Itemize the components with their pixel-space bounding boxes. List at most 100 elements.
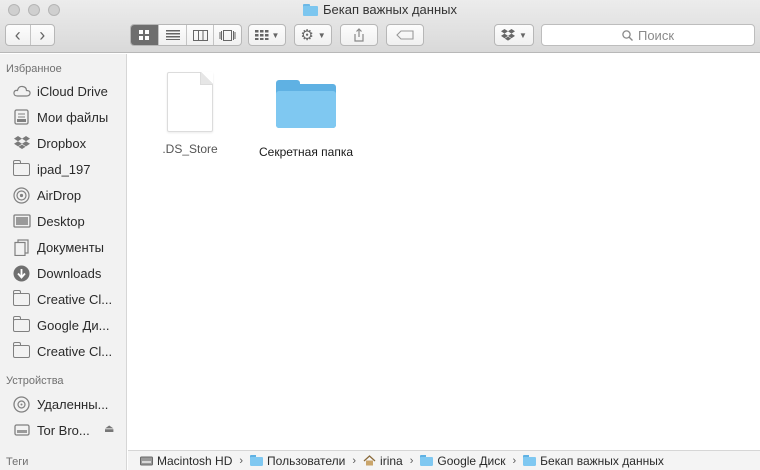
sidebar-item-icloud-drive[interactable]: iCloud Drive [12,80,124,102]
sidebar-item-downloads[interactable]: Downloads [12,262,124,284]
sidebar-item-desktop[interactable]: Desktop [12,210,124,232]
path-crumb-label: irina [380,453,403,468]
tag-icon [396,30,414,40]
sidebar-heading-devices: Устройства [6,375,64,387]
share-button[interactable] [340,24,378,46]
sidebar-item-creative-cloud-1[interactable]: Creative Cl... [12,288,124,310]
path-crumb-label: Пользователи [267,453,346,468]
back-button[interactable]: ‹ [6,25,31,45]
sidebar-item-airdrop[interactable]: AirDrop [12,184,124,206]
search-icon [622,29,633,41]
dropbox-menu-button[interactable]: ▼ [494,24,534,46]
downloads-icon [12,265,31,282]
sidebar-heading-favorites: Избранное [6,63,62,75]
folder-icon [12,315,31,334]
folder-icon [12,289,31,308]
window-title-text: Бекап важных данных [323,2,457,17]
folder-icon [303,3,319,16]
folder-icon [276,80,336,128]
path-bar: Macintosh HD › Пользователи › irina › Go… [128,450,760,470]
all-files-icon [12,109,31,126]
dropbox-icon [12,135,31,152]
folder-icon [523,455,537,466]
airdrop-icon [12,186,31,204]
navigation-buttons: ‹ › [5,24,55,46]
dropbox-icon [501,29,516,41]
sidebar-item-google-drive[interactable]: Google Ди... [12,314,124,336]
sidebar-item-label: Desktop [37,213,85,229]
file-name: Секретная папка [258,145,354,159]
sidebar-item-label: Dropbox [37,135,87,151]
sidebar-item-dropbox[interactable]: Dropbox [12,132,124,154]
sidebar-item-label: Downloads [37,265,102,281]
folder-icon [12,341,31,360]
window-titlebar: Бекап важных данных ‹ › ▼ ⚙ ▼ ▼ Поиск [0,0,760,53]
path-crumb-macintosh-hd[interactable]: Macintosh HD [140,454,232,468]
sidebar-item-label: Документы [37,239,105,255]
sidebar-item-label: Tor Bro... [37,422,90,438]
path-separator: › [239,454,244,467]
folder-icon [250,455,264,466]
arrange-button[interactable]: ▼ [248,24,286,46]
chevron-down-icon: ▼ [317,30,326,40]
chevron-right-icon: › [39,24,46,45]
search-placeholder: Поиск [637,27,675,43]
documents-icon [12,238,31,256]
search-field[interactable]: Поиск [541,24,755,46]
sidebar-item-label: Creative Cl... [37,291,113,307]
path-crumb-label: Macintosh HD [157,453,233,468]
path-separator: › [512,454,517,467]
sidebar-item-label: iCloud Drive [37,83,108,99]
remote-disc-icon [12,395,31,413]
cloud-icon [12,83,31,100]
chevron-left-icon: ‹ [14,24,21,45]
eject-icon[interactable]: ⏏ [104,422,114,435]
sidebar-item-creative-cloud-2[interactable]: Creative Cl... [12,340,124,362]
sidebar-heading-tags: Теги [6,456,29,468]
sidebar-item-tor-browser[interactable]: Tor Bro... [12,419,100,441]
path-crumb-google-drive[interactable]: Google Диск [420,453,506,468]
sidebar-item-label: AirDrop [37,187,82,203]
path-crumb-backup[interactable]: Бекап важных данных [523,454,664,468]
grid-icon [139,29,149,40]
sidebar-item-remote-disc[interactable]: Удаленны... [12,393,124,415]
folder-icon [420,455,434,466]
sidebar-item-my-files[interactable]: Мои файлы [12,106,124,128]
file-item-ds-store[interactable]: .DS_Store [150,72,230,156]
gear-icon: ⚙ [300,27,314,44]
sidebar-item-label: Google Ди... [37,317,110,333]
home-icon [363,455,376,466]
share-icon [354,28,364,42]
path-crumb-label: Google Диск [437,453,506,468]
column-view-button[interactable] [187,25,214,45]
path-crumb-users[interactable]: Пользователи [250,454,345,468]
window-title: Бекап важных данных [0,2,760,17]
file-name: .DS_Store [162,142,218,156]
chevron-down-icon: ▼ [519,30,527,40]
disk-icon [12,422,31,439]
cover-flow-view-button[interactable] [214,25,241,45]
sidebar-item-label: Удаленны... [37,396,109,412]
folder-icon [12,159,31,178]
icon-view-button[interactable] [131,25,159,45]
sidebar-item-ipad-197[interactable]: ipad_197 [12,158,124,180]
action-button[interactable]: ⚙ ▼ [294,24,332,46]
list-icon [165,30,180,40]
forward-button[interactable]: › [31,25,55,45]
document-icon [167,72,213,132]
desktop-icon [12,213,31,230]
path-separator: › [352,454,357,467]
grid-icon [254,30,269,40]
tag-button[interactable] [386,24,424,46]
sidebar-item-label: Мои файлы [37,109,109,125]
columns-icon [192,29,208,41]
file-item-secret-folder[interactable]: Секретная папка [246,80,366,159]
list-view-button[interactable] [159,25,187,45]
sidebar-item-documents[interactable]: Документы [12,236,124,258]
path-crumb-irina[interactable]: irina [363,454,403,468]
sidebar-item-label: ipad_197 [37,161,91,177]
path-separator: › [409,454,414,467]
cover-flow-icon [219,29,236,41]
view-mode-control [130,24,242,46]
path-crumb-label: Бекап важных данных [540,453,664,468]
